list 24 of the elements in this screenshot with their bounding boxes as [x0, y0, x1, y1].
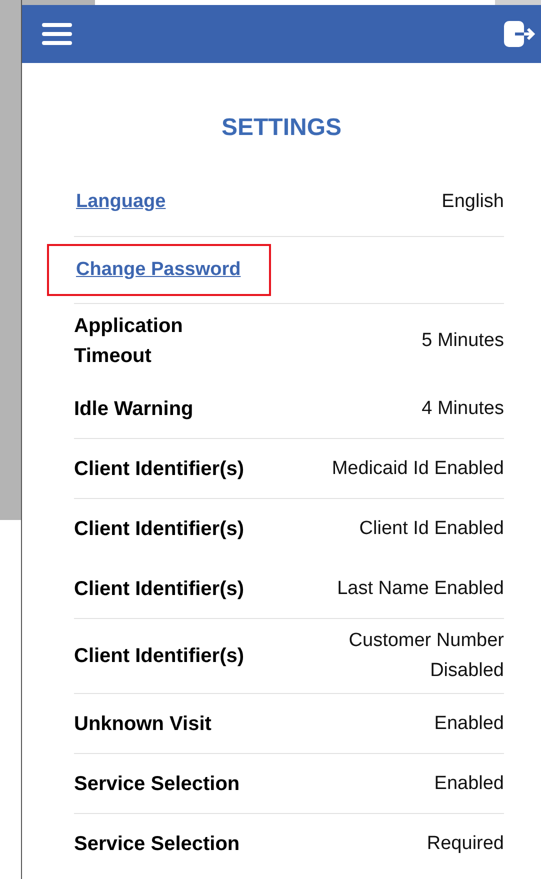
setting-value: Last Name Enabled — [337, 576, 504, 600]
logout-icon[interactable] — [503, 20, 537, 48]
setting-value: English — [442, 190, 504, 214]
setting-value: Required — [426, 832, 504, 856]
setting-label: Client Identifier(s) — [74, 456, 244, 482]
setting-label: Unknown Visit — [74, 712, 212, 736]
setting-value: Enabled — [434, 712, 504, 736]
setting-value: 5 Minutes — [422, 329, 504, 353]
setting-label: Idle Warning — [74, 396, 194, 422]
settings-link[interactable]: Language — [76, 188, 166, 216]
setting-value: Medicaid Id Enabled — [332, 456, 504, 480]
setting-label: Application Timeout — [74, 314, 184, 369]
setting-value: 4 Minutes — [422, 396, 504, 420]
settings-link[interactable]: Change Password — [76, 256, 241, 284]
menu-icon[interactable] — [42, 23, 72, 45]
setting-value: Enabled — [434, 772, 504, 796]
setting-value: Customer Number Disabled — [348, 629, 504, 683]
setting-label: Service Selection — [74, 832, 240, 856]
page-title: SETTINGS — [221, 114, 342, 142]
setting-value: Client Id Enabled — [359, 516, 504, 540]
setting-label: Client Identifier(s) — [74, 516, 244, 542]
setting-label: Service Selection — [74, 772, 240, 796]
setting-label: Client Identifier(s) — [74, 576, 244, 602]
setting-label: Client Identifier(s) — [74, 644, 244, 669]
